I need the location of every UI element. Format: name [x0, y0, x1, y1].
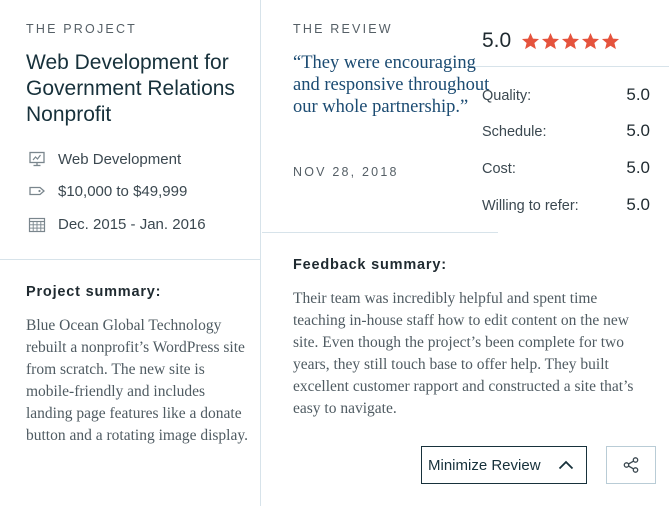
- rating-quality: Quality: 5.0: [482, 85, 650, 105]
- overall-score: 5.0: [482, 29, 512, 52]
- review-section-label: THE REVIEW: [293, 22, 393, 36]
- share-icon: [623, 457, 639, 473]
- date-range-line: Dec. 2015 - Jan. 2016: [26, 215, 206, 233]
- chevron-up-icon: [558, 460, 574, 470]
- minimize-review-button[interactable]: Minimize Review: [421, 446, 587, 484]
- rating-value: 5.0: [626, 195, 650, 214]
- service-line-text: Web Development: [58, 150, 182, 168]
- star-icon: [542, 32, 560, 49]
- budget-line: $10,000 to $49,999: [26, 182, 187, 200]
- project-summary-text: Blue Ocean Global Technology rebuilt a n…: [26, 317, 248, 444]
- review-date: NOV 28, 2018: [293, 165, 399, 179]
- minimize-review-label: Minimize Review: [428, 456, 541, 474]
- rating-value: 5.0: [626, 121, 650, 140]
- rating-label: Quality:: [482, 88, 532, 104]
- star-icon: [602, 32, 620, 49]
- presentation-screen-icon: [26, 150, 48, 168]
- rating-label: Schedule:: [482, 124, 547, 140]
- rating-label: Willing to refer:: [482, 198, 579, 214]
- star-icon: [582, 32, 600, 49]
- rating-willing-to-refer: Willing to refer: 5.0: [482, 195, 650, 215]
- share-button[interactable]: [606, 446, 656, 484]
- price-tag-icon: [26, 182, 48, 200]
- star-icon: [522, 32, 540, 49]
- date-range-text: Dec. 2015 - Jan. 2016: [58, 215, 206, 233]
- rating-divider: [467, 66, 669, 67]
- service-line: Web Development: [26, 150, 181, 168]
- rating-cost: Cost: 5.0: [482, 158, 650, 178]
- project-section-label: THE PROJECT: [26, 22, 138, 36]
- project-title: Web Development for Government Relations…: [26, 51, 235, 126]
- project-divider: [0, 259, 260, 260]
- overall-rating: 5.0: [482, 29, 620, 53]
- star-icon: [562, 32, 580, 49]
- star-rating: [521, 32, 620, 51]
- review-quote: “They were encouraging and responsive th…: [293, 53, 490, 117]
- rating-value: 5.0: [626, 85, 650, 104]
- project-summary-heading: Project summary:: [26, 284, 162, 300]
- rating-label: Cost:: [482, 161, 516, 177]
- rating-value: 5.0: [626, 158, 650, 177]
- rating-schedule: Schedule: 5.0: [482, 121, 650, 141]
- column-divider: [260, 0, 261, 506]
- calendar-icon: [26, 215, 48, 233]
- review-divider: [262, 232, 498, 233]
- feedback-summary-heading: Feedback summary:: [293, 257, 447, 273]
- feedback-summary-text: Their team was incredibly helpful and sp…: [293, 290, 634, 417]
- budget-text: $10,000 to $49,999: [58, 182, 188, 200]
